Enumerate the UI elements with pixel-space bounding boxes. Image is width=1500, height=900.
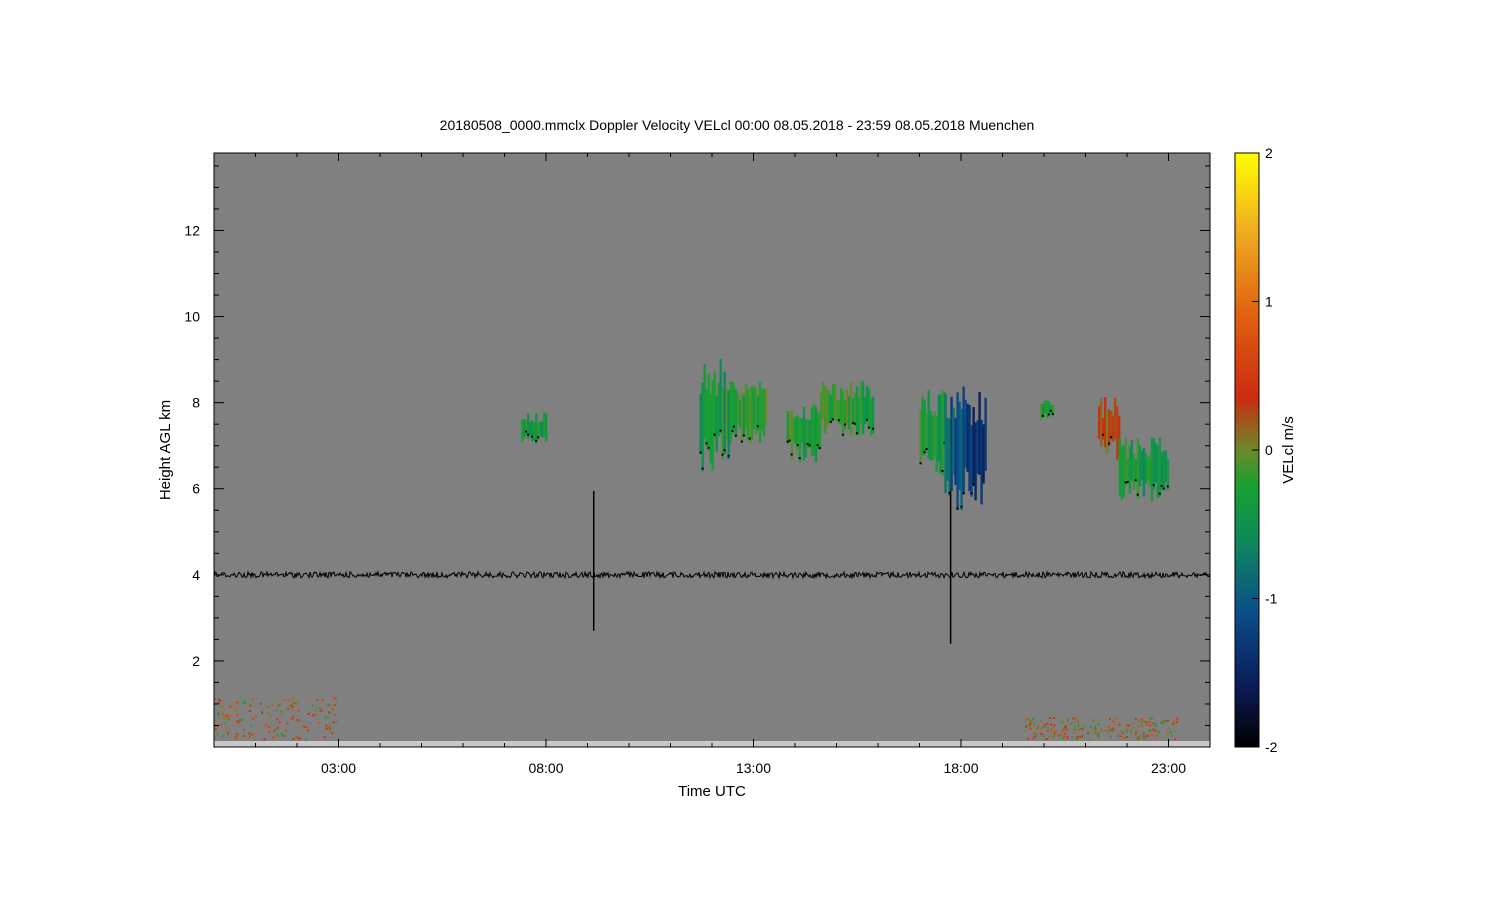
x-tick-label: 18:00 bbox=[943, 760, 978, 776]
colorbar-tick-label: 0 bbox=[1265, 442, 1273, 458]
colorbar-tick-label: 1 bbox=[1265, 294, 1273, 310]
colorbar-label: VELcl m/s bbox=[1280, 416, 1297, 484]
x-tick-label: 13:00 bbox=[736, 760, 771, 776]
y-axis-label: Height AGL km bbox=[157, 400, 174, 500]
y-tick-label: 2 bbox=[192, 653, 200, 669]
doppler-velocity-figure: 20180508_0000.mmclx Doppler Velocity VEL… bbox=[157, 117, 1297, 800]
x-tick-label: 23:00 bbox=[1151, 760, 1186, 776]
y-tick-label: 12 bbox=[184, 222, 200, 238]
x-tick-label: 08:00 bbox=[528, 760, 563, 776]
colorbar-tick-label: -1 bbox=[1265, 591, 1278, 607]
chart-title: 20180508_0000.mmclx Doppler Velocity VEL… bbox=[440, 117, 1035, 133]
colorbar-tick-label: -2 bbox=[1265, 739, 1278, 755]
y-tick-label: 10 bbox=[184, 309, 200, 325]
colorbar-tick-label: 2 bbox=[1265, 145, 1273, 161]
y-tick-label: 4 bbox=[192, 567, 200, 583]
cloud-patch bbox=[786, 404, 822, 463]
x-axis-label: Time UTC bbox=[678, 783, 746, 800]
y-tick-label: 6 bbox=[192, 481, 200, 497]
x-tick-label: 03:00 bbox=[321, 760, 356, 776]
y-tick-label: 8 bbox=[192, 395, 200, 411]
